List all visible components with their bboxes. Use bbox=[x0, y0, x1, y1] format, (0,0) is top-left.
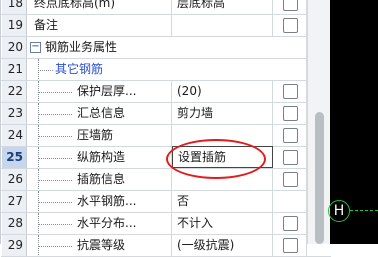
cad-axis-line bbox=[350, 210, 378, 211]
property-grid: 18 终点底标高(m) 层底标高 19 备注 20 − 钢筋业务属性 21 其它… bbox=[0, 0, 331, 257]
checkbox-cell bbox=[273, 59, 307, 80]
property-name: 纵筋构造 bbox=[77, 150, 126, 164]
property-name: 终点底标高(m) bbox=[34, 0, 116, 10]
property-name-cell[interactable]: 纵筋构造 bbox=[27, 147, 172, 168]
tree-line bbox=[38, 136, 72, 137]
property-value[interactable] bbox=[172, 169, 273, 190]
property-value[interactable]: 剪力墙 bbox=[172, 103, 273, 124]
checkbox-cell bbox=[273, 169, 307, 190]
property-name: 插筋信息 bbox=[77, 172, 126, 186]
row-number[interactable]: 24 bbox=[2, 125, 27, 146]
row-checkbox[interactable] bbox=[283, 128, 298, 143]
table-row-29[interactable]: 29 抗震等级 (一级抗震) bbox=[1, 235, 331, 257]
tree-line bbox=[38, 70, 53, 71]
row-number-selected[interactable]: 25 bbox=[2, 147, 27, 168]
checkbox-cell bbox=[273, 15, 307, 36]
row-number[interactable]: 21 bbox=[2, 59, 27, 80]
subgroup-name: 其它钢筋 bbox=[55, 62, 104, 76]
property-name-cell[interactable]: 水平分布... bbox=[27, 213, 172, 234]
property-name-cell[interactable]: 汇总信息 bbox=[27, 103, 172, 124]
property-name-cell[interactable]: 压墙筋 bbox=[27, 125, 172, 146]
property-name-cell[interactable]: 保护层厚... bbox=[27, 81, 172, 102]
subgroup-name-cell[interactable]: 其它钢筋 bbox=[27, 59, 273, 80]
table-row-25[interactable]: 25 纵筋构造 设置插筋 bbox=[1, 146, 331, 169]
row-number[interactable]: 19 bbox=[2, 15, 27, 36]
property-name: 备注 bbox=[34, 18, 59, 32]
table-row-21[interactable]: 21 其它钢筋 bbox=[1, 59, 331, 81]
row-checkbox[interactable] bbox=[283, 238, 298, 253]
row-checkbox[interactable] bbox=[283, 172, 298, 187]
property-name: 保护层厚... bbox=[77, 84, 137, 98]
checkbox-cell bbox=[273, 103, 307, 124]
row-number[interactable]: 28 bbox=[2, 213, 27, 234]
row-number[interactable]: 20 bbox=[2, 37, 27, 58]
property-value[interactable] bbox=[172, 15, 273, 36]
property-name-cell[interactable]: 插筋信息 bbox=[27, 169, 172, 190]
axis-marker-h[interactable]: H bbox=[328, 200, 350, 222]
checkbox-cell bbox=[273, 235, 307, 256]
row-number[interactable]: 26 bbox=[2, 169, 27, 190]
property-name: 压墙筋 bbox=[77, 128, 114, 142]
row-number[interactable]: 18 bbox=[2, 0, 27, 14]
row-checkbox[interactable] bbox=[283, 106, 298, 121]
property-name-cell[interactable]: 抗震等级 bbox=[27, 235, 172, 256]
checkbox-cell bbox=[273, 125, 307, 146]
table-row-26[interactable]: 26 插筋信息 bbox=[1, 169, 331, 191]
group-name-cell[interactable]: − 钢筋业务属性 bbox=[27, 37, 273, 58]
tree-line bbox=[38, 158, 72, 159]
property-name-cell[interactable]: 备注 bbox=[27, 15, 172, 36]
property-value[interactable]: (20) bbox=[172, 81, 273, 102]
property-value-editor[interactable]: 设置插筋 bbox=[172, 146, 273, 168]
property-name: 抗震等级 bbox=[77, 238, 126, 252]
checkbox-cell bbox=[273, 37, 307, 58]
property-value[interactable]: 不计入 bbox=[172, 213, 273, 234]
row-number[interactable]: 22 bbox=[2, 81, 27, 102]
row-checkbox[interactable] bbox=[283, 84, 298, 99]
checkbox-cell bbox=[273, 213, 307, 234]
checkbox-cell bbox=[273, 147, 307, 168]
property-name-cell[interactable]: 水平钢筋... bbox=[27, 191, 172, 212]
row-number[interactable]: 29 bbox=[2, 235, 27, 256]
property-value[interactable] bbox=[172, 125, 273, 146]
tree-line bbox=[38, 180, 72, 181]
tree-line bbox=[38, 224, 72, 225]
row-checkbox[interactable] bbox=[283, 216, 298, 231]
property-name: 水平分布... bbox=[77, 216, 137, 230]
group-name: 钢筋业务属性 bbox=[45, 40, 118, 54]
tree-line bbox=[38, 202, 72, 203]
row-checkbox[interactable] bbox=[283, 18, 298, 33]
table-row-18[interactable]: 18 终点底标高(m) 层底标高 bbox=[1, 0, 331, 15]
scrollbar-thumb[interactable] bbox=[315, 112, 324, 244]
table-row-19[interactable]: 19 备注 bbox=[1, 15, 331, 37]
property-name: 汇总信息 bbox=[77, 106, 126, 120]
table-row-28[interactable]: 28 水平分布... 不计入 bbox=[1, 213, 331, 235]
checkbox-cell bbox=[273, 191, 307, 212]
property-name: 水平钢筋... bbox=[77, 194, 137, 208]
checkbox-cell bbox=[273, 0, 307, 14]
tree-line bbox=[38, 92, 72, 93]
collapse-icon[interactable]: − bbox=[30, 42, 41, 53]
table-row-23[interactable]: 23 汇总信息 剪力墙 bbox=[1, 103, 331, 125]
row-checkbox[interactable] bbox=[283, 150, 298, 165]
property-value[interactable]: 层底标高 bbox=[172, 0, 273, 14]
property-value[interactable]: 否 bbox=[172, 191, 273, 212]
row-number[interactable]: 23 bbox=[2, 103, 27, 124]
property-value[interactable]: (一级抗震) bbox=[172, 235, 273, 256]
property-name-cell[interactable]: 终点底标高(m) bbox=[27, 0, 172, 14]
row-number[interactable]: 27 bbox=[2, 191, 27, 212]
table-row-20[interactable]: 20 − 钢筋业务属性 bbox=[1, 37, 331, 59]
row-checkbox[interactable] bbox=[283, 0, 298, 11]
table-row-24[interactable]: 24 压墙筋 bbox=[1, 125, 331, 147]
table-row-27[interactable]: 27 水平钢筋... 否 bbox=[1, 191, 331, 213]
checkbox-cell bbox=[273, 81, 307, 102]
table-row-22[interactable]: 22 保护层厚... (20) bbox=[1, 81, 331, 103]
tree-line bbox=[38, 114, 72, 115]
tree-line bbox=[38, 246, 72, 247]
